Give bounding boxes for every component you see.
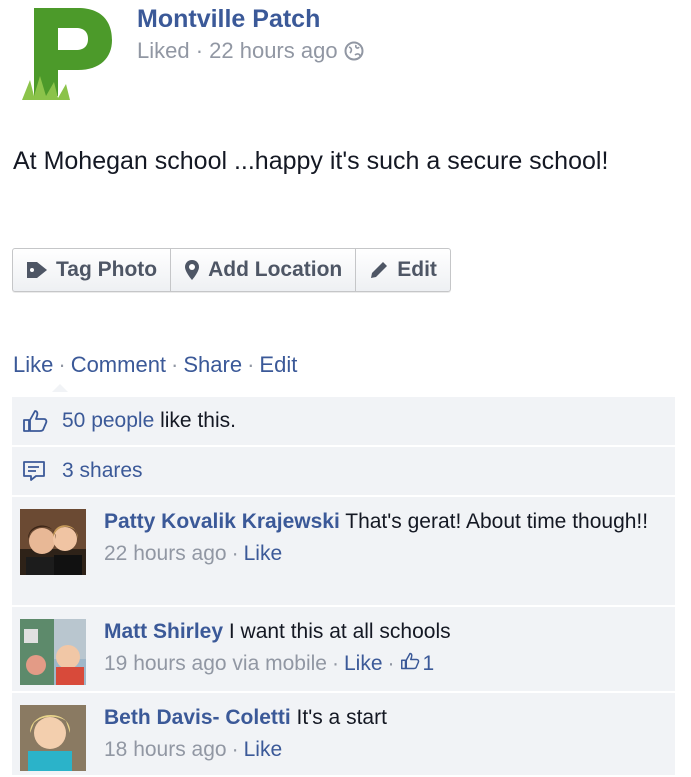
comment-link[interactable]: Comment	[71, 352, 166, 377]
tag-photo-label: Tag Photo	[56, 258, 158, 281]
separator: ·	[231, 738, 239, 761]
edit-photo-button[interactable]: Edit	[356, 249, 450, 291]
ufi-caret	[52, 384, 68, 392]
like-count-value: 1	[422, 652, 435, 675]
page-name-link[interactable]: Montville Patch	[137, 5, 320, 34]
post-caption: At Mohegan school ...happy it's such a s…	[13, 147, 609, 175]
tag-icon	[26, 260, 48, 280]
comment-like-link[interactable]: Like	[244, 542, 283, 565]
separator: ·	[247, 352, 255, 377]
page-logo[interactable]	[20, 4, 120, 102]
photo-action-buttons: Tag Photo Add Location Edit	[12, 248, 451, 292]
like-link[interactable]: Like	[13, 352, 53, 377]
comment-text: It's a start	[290, 706, 387, 729]
shares-link[interactable]: 3 shares	[62, 459, 143, 483]
comment-meta: 18 hours ago · Like	[104, 735, 665, 765]
comment-timestamp[interactable]: 22 hours ago	[104, 542, 227, 565]
comment-like-count[interactable]: 1	[400, 649, 435, 679]
separator: ·	[58, 352, 66, 377]
comment-meta: 19 hours ago via mobile · Like · 1	[104, 649, 665, 679]
post-action-links: Like · Comment · Share · Edit	[13, 352, 297, 378]
separator: ·	[231, 542, 239, 565]
feedback-panel: 50 people like this. 3 shares Patty Kova…	[12, 397, 675, 777]
post-header: Montville Patch Liked · 22 hours ago	[0, 0, 691, 110]
shares-row: 3 shares	[12, 447, 675, 497]
globe-icon	[344, 41, 364, 61]
shares-icon	[22, 458, 50, 484]
comment-author-link[interactable]: Matt Shirley	[104, 620, 223, 643]
comment-author-link[interactable]: Beth Davis- Coletti	[104, 706, 291, 729]
comment-text: I want this at all schools	[223, 620, 451, 643]
thumbs-up-icon	[400, 649, 420, 679]
avatar[interactable]	[20, 509, 86, 575]
likes-row: 50 people like this.	[12, 397, 675, 447]
add-location-button[interactable]: Add Location	[171, 249, 357, 291]
comment-text: That's gerat! About time though!!	[339, 510, 649, 533]
add-location-label: Add Location	[208, 258, 343, 281]
share-link[interactable]: Share	[183, 352, 242, 377]
avatar[interactable]	[20, 619, 86, 685]
separator: ·	[171, 352, 179, 377]
comment-meta: 22 hours ago · Like	[104, 539, 665, 569]
comment-like-link[interactable]: Like	[344, 652, 383, 675]
comment-body: Matt Shirley I want this at all schools	[104, 617, 665, 647]
separator: ·	[331, 652, 339, 675]
comment-item: Matt Shirley I want this at all schools …	[12, 607, 675, 693]
comment-body: Beth Davis- Coletti It's a start	[104, 703, 665, 733]
comment-timestamp[interactable]: 18 hours ago	[104, 738, 227, 761]
comment-author-link[interactable]: Patty Kovalik Krajewski	[104, 510, 340, 533]
comment-item: Beth Davis- Coletti It's a start 18 hour…	[12, 693, 675, 777]
comment-item: Patty Kovalik Krajewski That's gerat! Ab…	[12, 497, 675, 607]
comment-timestamp[interactable]: 19 hours ago via mobile	[104, 652, 327, 675]
thumbs-up-icon	[22, 408, 50, 434]
comment-like-link[interactable]: Like	[244, 738, 283, 761]
pencil-icon	[369, 260, 389, 280]
separator: ·	[387, 652, 395, 675]
likes-suffix: like this.	[154, 409, 236, 432]
post-meta: Liked · 22 hours ago	[137, 38, 364, 64]
comment-body: Patty Kovalik Krajewski That's gerat! Ab…	[104, 507, 665, 537]
avatar[interactable]	[20, 705, 86, 771]
likes-count-link[interactable]: 50 people	[62, 409, 154, 433]
post-timestamp[interactable]: Liked · 22 hours ago	[137, 38, 338, 64]
tag-photo-button[interactable]: Tag Photo	[13, 249, 172, 291]
edit-photo-label: Edit	[397, 258, 437, 281]
edit-link[interactable]: Edit	[259, 352, 297, 377]
location-pin-icon	[184, 259, 200, 281]
